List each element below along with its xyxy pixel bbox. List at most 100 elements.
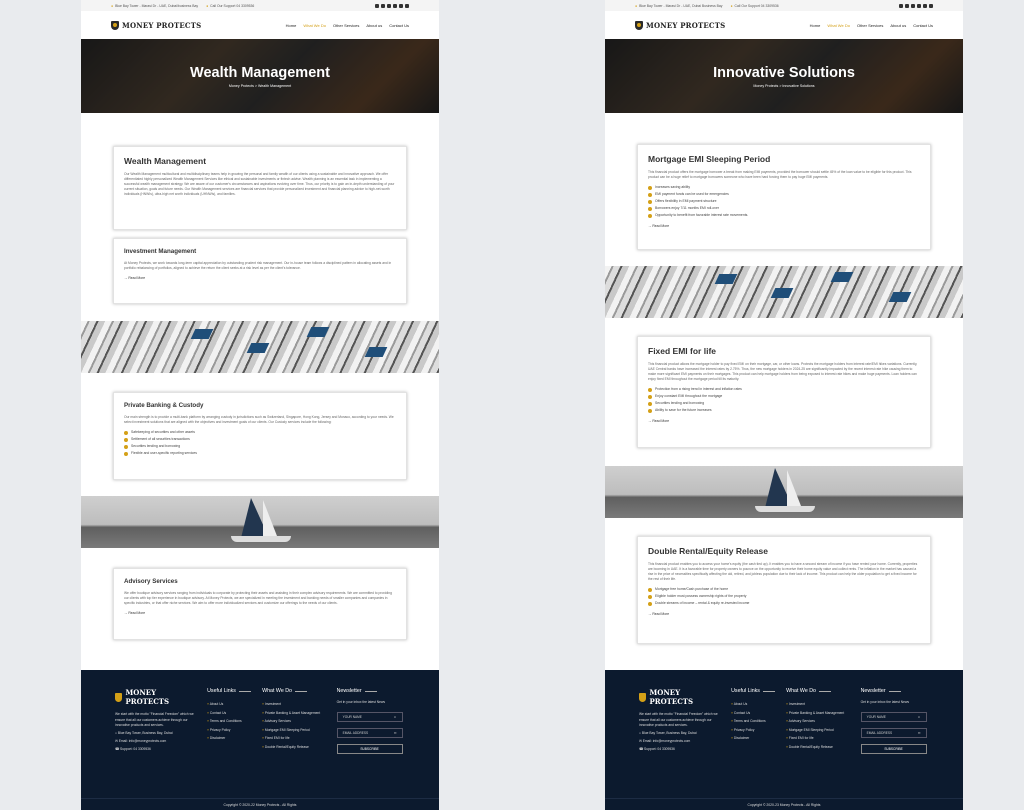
footer-email[interactable]: ✉ Email: info@moneyprotects.com (115, 737, 197, 745)
subscribe-button[interactable]: SUBSCRIBE (336, 743, 403, 754)
page-hero: Innovative Solutions Money Protects > In… (605, 39, 963, 113)
nav-home[interactable]: Home (286, 23, 297, 28)
card-title: Private Banking & Custody (124, 402, 204, 409)
footer-link-contact[interactable]: Contact Us (207, 709, 252, 718)
check-icon (648, 408, 652, 413)
footer-link-service[interactable]: Fixed EMI for life (262, 734, 327, 743)
footer-support[interactable]: ☎ Support: 04 3309536 (115, 745, 197, 753)
newsletter-name-input[interactable]: YOUR NAME ☺ (336, 711, 403, 722)
footer-link-about[interactable]: About Us (731, 700, 776, 709)
read-more-link[interactable]: → Read More (124, 611, 396, 615)
footer-link-terms[interactable]: Terms and Conditions (731, 717, 776, 726)
card-title: Mortgage EMI Sleeping Period (648, 154, 771, 164)
nav-contact[interactable]: Contact Us (389, 23, 409, 28)
card-title: Advisory Services (124, 578, 178, 585)
card-body: This financial product offers the mortga… (648, 170, 912, 179)
footer-whatwedo-title: What We Do (786, 688, 851, 694)
site-footer: MONEY PROTECTS We start with the motto "… (81, 670, 439, 810)
card-title: Wealth Management (124, 156, 207, 166)
phone-text[interactable]: ● Call Our Support 04 3309536 (730, 4, 778, 8)
footer-link-service[interactable]: Mortgage EMI Sleeping Period (262, 726, 327, 735)
social-links (375, 3, 409, 8)
read-more-link[interactable]: → Read More (124, 276, 396, 280)
footer-link-service[interactable]: Private Banking & Asset Management (262, 709, 327, 718)
footer-link-service[interactable]: Investment (786, 700, 851, 709)
footer-link-service[interactable]: Advisory Services (786, 717, 851, 726)
footer-email[interactable]: ✉ Email: info@moneyprotects.com (639, 737, 721, 745)
page-title: Innovative Solutions (713, 64, 855, 81)
linkedin-icon[interactable] (393, 3, 397, 8)
instagram-icon[interactable] (405, 3, 409, 8)
footer-logo[interactable]: MONEY PROTECTS (115, 688, 197, 706)
nav-what-we-do[interactable]: What We Do (827, 23, 850, 28)
nav-other-services[interactable]: Other Services (857, 23, 883, 28)
footer-link-service[interactable]: Private Banking & Asset Management (786, 709, 851, 718)
feature-list: Mortgage free home/Cash purchase of the … (648, 586, 920, 607)
footer-link-privacy[interactable]: Privacy Policy (207, 726, 252, 735)
page-hero: Wealth Management Money Protects > Wealt… (81, 39, 439, 113)
footer-link-about[interactable]: About Us (207, 700, 252, 709)
nav-what-we-do[interactable]: What We Do (303, 23, 326, 28)
list-item: Opportunity to benefit from favorable in… (648, 212, 920, 219)
brand-logo[interactable]: MONEY PROTECTS (111, 20, 201, 30)
facebook-icon[interactable] (899, 3, 903, 8)
glass-building-image (81, 321, 439, 373)
read-more-link[interactable]: → Read More (648, 612, 920, 616)
card-body: This financial product enables you to ac… (648, 562, 918, 581)
top-info-bar: ● Blue Bay Tower - Marasi Dr - UAE, Dubai… (605, 0, 963, 11)
twitter-icon[interactable] (387, 3, 391, 8)
check-icon (648, 601, 652, 606)
breadcrumb[interactable]: Money Protects > Innovative Solutions (753, 84, 814, 88)
footer-link-contact[interactable]: Contact Us (731, 709, 776, 718)
instagram-icon[interactable] (929, 3, 933, 8)
read-more-link[interactable]: → Read More (648, 224, 920, 228)
youtube-icon[interactable] (905, 3, 909, 8)
check-icon (648, 213, 652, 218)
footer-support[interactable]: ☎ Support: 04 3309536 (639, 745, 721, 753)
nav-about[interactable]: About us (890, 23, 906, 28)
card-investment-management: Investment Management At Money Protects,… (113, 238, 407, 304)
footer-link-service[interactable]: Mortgage EMI Sleeping Period (786, 726, 851, 735)
footer-link-service[interactable]: Double Rental/Equity Release (262, 743, 327, 752)
check-icon (124, 437, 128, 442)
footer-link-service[interactable]: Fixed EMI for life (786, 734, 851, 743)
sailboat-image (81, 496, 439, 548)
newsletter-name-input[interactable]: YOUR NAME ☺ (860, 711, 927, 722)
nav-home[interactable]: Home (810, 23, 821, 28)
footer-link-service[interactable]: Advisory Services (262, 717, 327, 726)
linkedin-icon[interactable] (917, 3, 921, 8)
glass-building-image (605, 266, 963, 318)
footer-link-disclaimer[interactable]: Disclaimer (731, 734, 776, 743)
top-info-bar: ● Blue Bay Tower - Marasi Dr - UAE, Dubai… (81, 0, 439, 11)
nav-other-services[interactable]: Other Services (333, 23, 359, 28)
pinterest-icon[interactable] (923, 3, 927, 8)
list-item: Increases saving ability (648, 184, 920, 191)
list-item: Offers flexibility in EMI payment struct… (648, 198, 920, 205)
user-icon: ☺ (917, 714, 921, 719)
nav-about[interactable]: About us (366, 23, 382, 28)
footer-logo[interactable]: MONEY PROTECTS (639, 688, 721, 706)
breadcrumb[interactable]: Money Protects > Wealth Management (229, 84, 291, 88)
newsletter-email-input[interactable]: EMAIL ADDRESS ✉ (860, 727, 927, 738)
read-more-link[interactable]: → Read More (648, 419, 920, 423)
list-item: Protection from a rising trend in intere… (648, 386, 920, 393)
brand-logo[interactable]: MONEY PROTECTS (635, 20, 725, 30)
footer-link-terms[interactable]: Terms and Conditions (207, 717, 252, 726)
check-icon (648, 206, 652, 211)
twitter-icon[interactable] (911, 3, 915, 8)
footer-link-service[interactable]: Investment (262, 700, 327, 709)
youtube-icon[interactable] (381, 3, 385, 8)
check-icon (124, 451, 128, 456)
nav-contact[interactable]: Contact Us (913, 23, 933, 28)
phone-text[interactable]: ● Call Our Support 04 3309536 (206, 4, 254, 8)
facebook-icon[interactable] (375, 3, 379, 8)
address-text: ● Blue Bay Tower - Marasi Dr - UAE, Dubai… (635, 3, 723, 8)
footer-link-disclaimer[interactable]: Disclaimer (207, 734, 252, 743)
newsletter-text: Get in your inbox the latest News (336, 700, 385, 704)
pinterest-icon[interactable] (399, 3, 403, 8)
subscribe-button[interactable]: SUBSCRIBE (860, 743, 927, 754)
footer-link-privacy[interactable]: Privacy Policy (731, 726, 776, 735)
footer-newsletter-title: Newsletter (337, 688, 405, 694)
footer-link-service[interactable]: Double Rental/Equity Release (786, 743, 851, 752)
newsletter-email-input[interactable]: EMAIL ADDRESS ✉ (336, 727, 403, 738)
